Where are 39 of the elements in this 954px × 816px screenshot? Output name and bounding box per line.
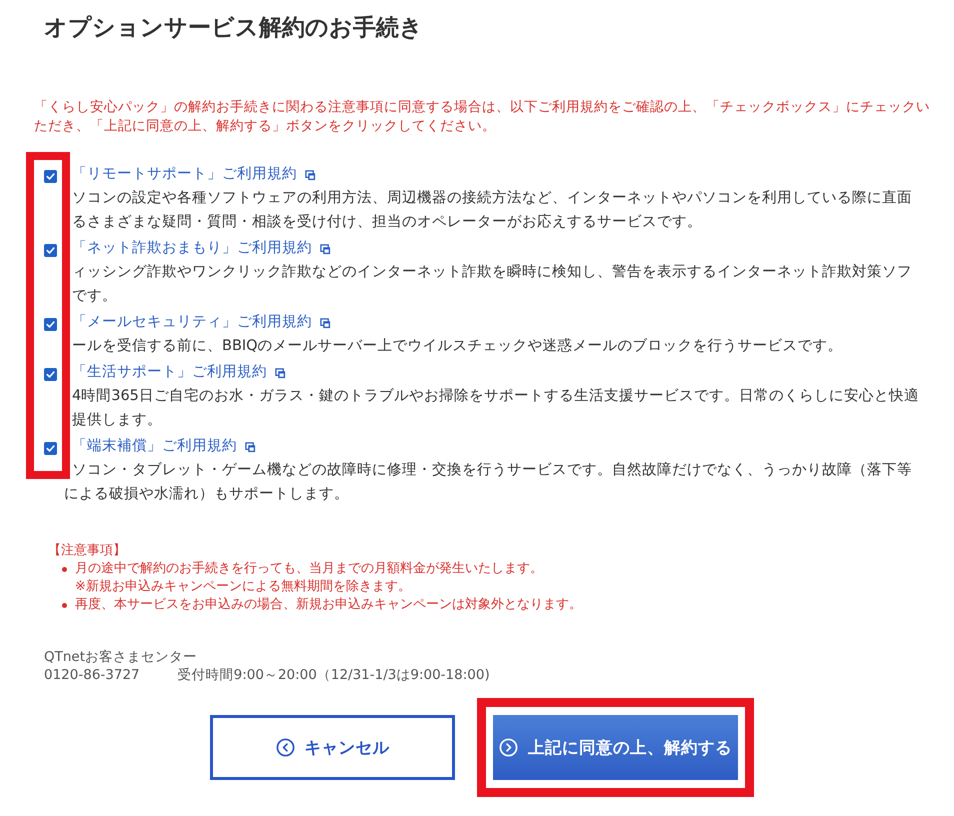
terms-link[interactable]: 「端末補償」ご利用規約	[72, 434, 237, 458]
terms-link[interactable]: 「ネット詐欺おまもり」ご利用規約	[72, 236, 312, 260]
notes-heading: 【注意事項】	[48, 542, 127, 560]
checkbox[interactable]	[44, 442, 57, 455]
note-text: 再度、本サービスをお申込みの場合、新規お申込みキャンペーンは対象外となります。	[75, 596, 582, 614]
description-text: 4時間365日ご自宅のお水・ガラス・鍵のトラブルやお掃除をサポートする生活支援サービスです。日常のくらしに安心と快適	[72, 386, 919, 406]
description-text: ールを受信する前に、BBIQのメールサーバー上でウイルスチェックや迷惑メールのブロックを行うサービスです。	[72, 337, 843, 356]
page-title: オプションサービス解約のお手続き	[44, 14, 424, 43]
cancel-button[interactable]: キャンセル	[210, 715, 455, 780]
checkbox[interactable]	[44, 170, 57, 183]
bullet-icon	[62, 603, 67, 608]
note-text: ※新規お申込みキャンペーンによる無料期間を除きます。	[75, 578, 412, 596]
description-text: るさまざまな疑問・質問・相談を受け付け、担当のオペレーターがお応えするサービスです。	[72, 212, 703, 232]
external-link-icon	[275, 368, 286, 379]
external-link-icon	[245, 442, 256, 453]
description-text: 提供します。	[72, 411, 163, 430]
checkbox[interactable]	[44, 368, 57, 381]
instruction-text: 「くらし安心パック」の解約お手続きに関わる注意事項に同意する場合は、以下ご利用規約をご確認の上、「チェックボックス」にチェックいただき、「上記に同意の上、解約する」ボタンをクリックしてください。	[34, 98, 931, 136]
external-link-icon	[320, 318, 331, 329]
external-link-icon	[320, 244, 331, 255]
terms-link[interactable]: 「メールセキュリティ」ご利用規約	[72, 310, 312, 334]
description-text: です。	[72, 287, 118, 306]
contact-name: QTnetお客さまセンター	[44, 648, 198, 666]
note-text: 月の途中で解約のお手続きを行っても、当月までの月額料金が発生いたします。	[75, 560, 543, 578]
phone-number: 0120-86-3727	[44, 666, 140, 684]
description-text: ソコン・タブレット・ゲーム機などの故障時に修理・交換を行うサービスです。自然故障だけでなく、うっかり故障（落下等	[72, 460, 912, 480]
description-text: ィッシング詐欺やワンクリック詐欺などのインターネット詐欺を瞬時に検知し、警告を表示するインターネット詐欺対策ソフ	[72, 262, 912, 282]
chevron-right-icon	[499, 738, 518, 757]
checkbox[interactable]	[44, 244, 57, 257]
bullet-icon	[62, 567, 67, 572]
external-link-icon	[305, 170, 316, 181]
checkbox[interactable]	[44, 318, 57, 331]
description-text: ソコンの設定や各種ソフトウェアの利用方法、周辺機器の接続方法など、インターネットやパソコンを利用している際に直面	[72, 188, 912, 208]
agree-button[interactable]: 上記に同意の上、解約する	[493, 715, 738, 780]
terms-link[interactable]: 「リモートサポート」ご利用規約	[72, 162, 297, 186]
description-text: による破損や水濡れ）もサポートします。	[64, 485, 350, 504]
terms-link[interactable]: 「生活サポート」ご利用規約	[72, 360, 267, 384]
hours-text: 受付時間9:00～20:00（12/31-1/3は9:00-18:00)	[178, 666, 490, 684]
chevron-left-icon	[276, 738, 294, 757]
